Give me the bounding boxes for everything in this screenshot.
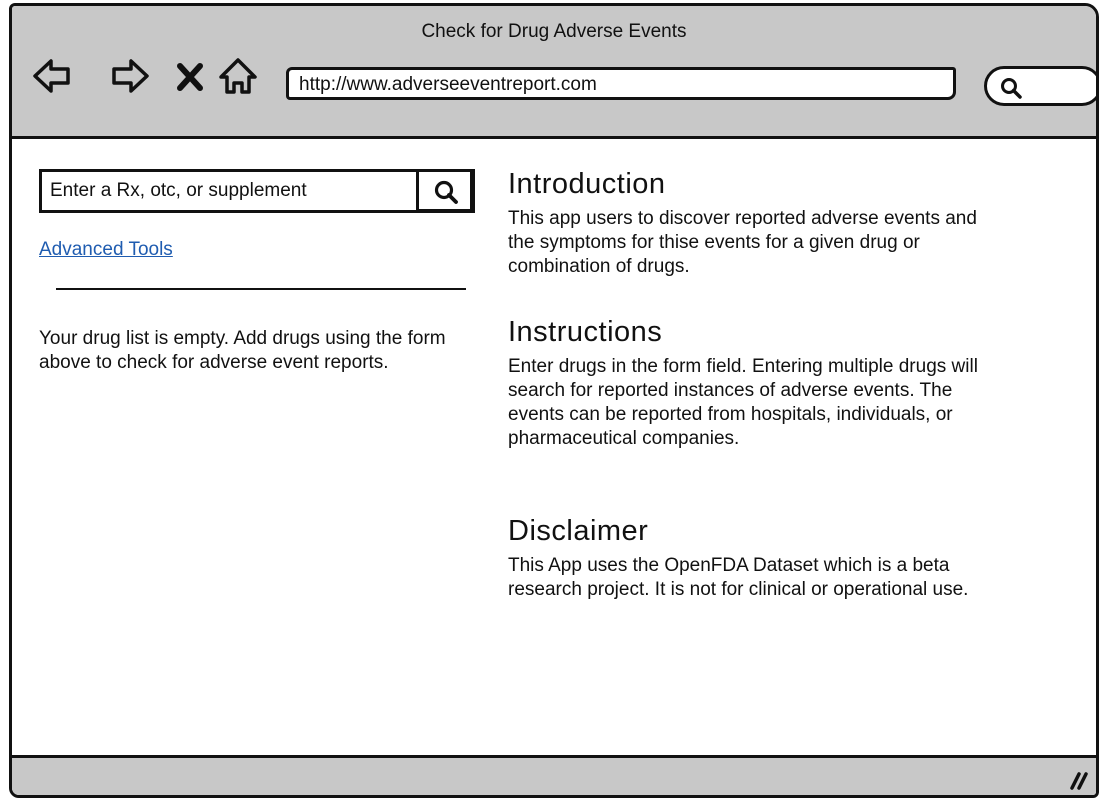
window-title: Check for Drug Adverse Events xyxy=(421,21,687,42)
advanced-tools-link[interactable]: Advanced Tools xyxy=(39,239,173,261)
search-icon xyxy=(1001,78,1022,99)
drug-search-input[interactable] xyxy=(39,169,416,213)
introduction-section: Introduction This app users to discover … xyxy=(508,167,993,279)
arrow-right-icon xyxy=(112,59,149,93)
arrow-left-icon xyxy=(33,59,70,93)
instructions-heading: Instructions xyxy=(508,316,663,348)
drug-list-empty-message: Your drug list is empty. Add drugs using… xyxy=(39,328,446,373)
home-button[interactable] xyxy=(218,56,258,96)
home-icon xyxy=(219,58,257,94)
stop-button[interactable] xyxy=(174,56,206,96)
status-bar xyxy=(12,755,1096,795)
disclaimer-section: Disclaimer This App uses the OpenFDA Dat… xyxy=(508,514,993,602)
page-content: Advanced Tools Your drug list is empty. … xyxy=(12,139,1096,795)
drug-search-form xyxy=(39,169,475,213)
browser-search-field[interactable] xyxy=(984,66,1096,106)
resize-grip-icon[interactable] xyxy=(1068,769,1090,791)
search-icon xyxy=(434,180,458,204)
back-button[interactable] xyxy=(32,56,72,96)
forward-button[interactable] xyxy=(110,56,150,96)
disclaimer-text: This App uses the OpenFDA Dataset which … xyxy=(508,555,969,600)
introduction-heading: Introduction xyxy=(508,168,666,200)
sidebar-divider xyxy=(56,288,466,290)
browser-window: Check for Drug Adverse Events http://www… xyxy=(9,3,1099,798)
address-bar[interactable]: http://www.adverseeventreport.com xyxy=(286,67,956,100)
instructions-section: Instructions Enter drugs in the form fie… xyxy=(508,315,993,451)
drug-search-button[interactable] xyxy=(416,169,475,213)
introduction-text: This app users to discover reported adve… xyxy=(508,208,977,277)
instructions-text: Enter drugs in the form field. Entering … xyxy=(508,356,978,449)
close-icon xyxy=(177,63,203,91)
browser-toolbar: Check for Drug Adverse Events http://www… xyxy=(12,6,1096,139)
disclaimer-heading: Disclaimer xyxy=(508,515,649,547)
